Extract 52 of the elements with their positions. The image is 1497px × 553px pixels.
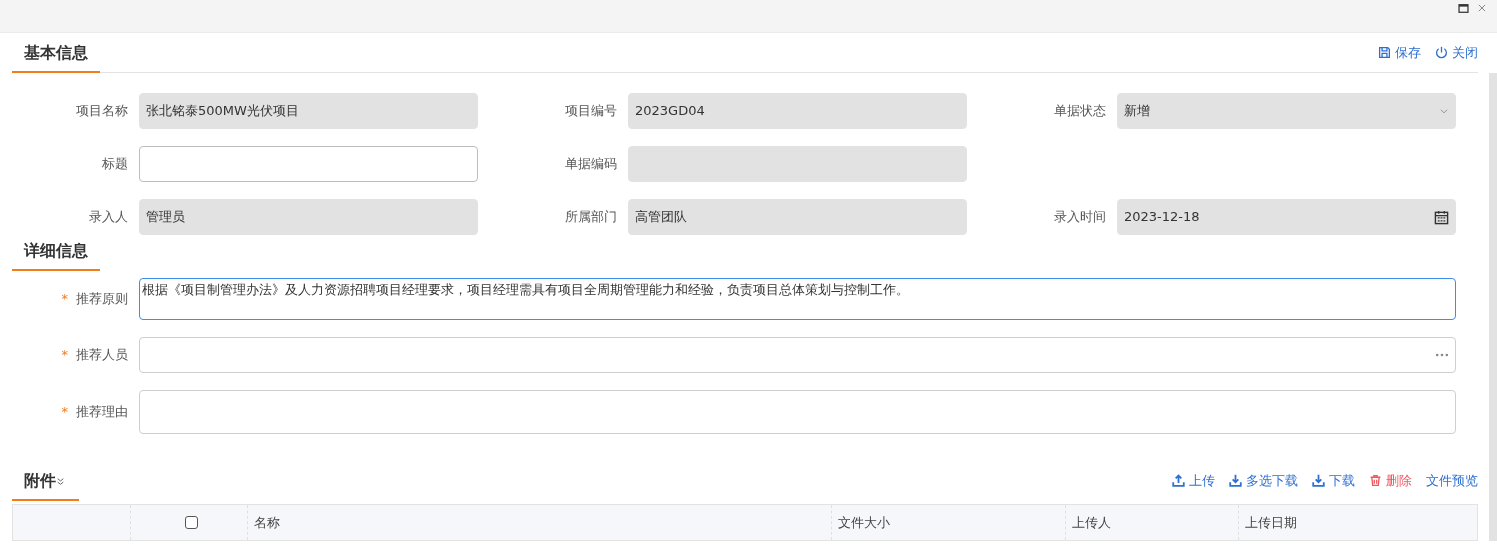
save-icon (1378, 45, 1391, 59)
toolbar-button[interactable]: 文件预览 (1426, 470, 1478, 490)
download-icon (1229, 473, 1242, 487)
double-chevron-icon (56, 476, 65, 486)
field-label: 推荐人员 (76, 346, 128, 365)
select-field[interactable]: 新增 (1117, 93, 1456, 129)
maximize-button[interactable] (1458, 3, 1469, 14)
required-mark: * (61, 346, 68, 365)
chevron-down-icon (1439, 106, 1449, 116)
toolbar-button[interactable]: 保存 (1378, 42, 1421, 62)
field-label: 推荐原则 (76, 290, 128, 309)
field-label: 单据状态 (1053, 102, 1106, 121)
date-field[interactable]: 2023-12-18 (1117, 199, 1456, 235)
text-area[interactable]: 根据《项目制管理办法》及人力资源招聘项目经理要求，项目经理需具有项目全周期管理能力和经验，负责项目总体策划与控制工作。 (139, 278, 1456, 320)
toolbar-button[interactable]: 多选下载 (1229, 470, 1298, 490)
section-title: 基本信息 (12, 41, 100, 73)
toolbar-button[interactable]: 上传 (1172, 470, 1215, 490)
close-button[interactable] (1477, 3, 1487, 13)
checkbox[interactable] (185, 516, 199, 529)
text-field[interactable]: 2023GD04 (628, 93, 967, 129)
section-title: 附件 (12, 469, 79, 501)
text-area[interactable] (139, 390, 1456, 434)
trash-icon (1369, 473, 1382, 487)
column-header: 文件大小 (832, 505, 1067, 540)
text-field[interactable] (628, 146, 967, 182)
scrollbar[interactable] (1489, 73, 1497, 541)
toolbar-button[interactable]: 删除 (1369, 470, 1412, 490)
text-field[interactable]: 管理员 (139, 199, 478, 235)
field-label: 标题 (101, 155, 128, 174)
field-label: 所属部门 (564, 208, 617, 227)
field-label: 推荐理由 (76, 403, 128, 422)
field-label: 单据编码 (564, 155, 617, 174)
field-label: 项目编号 (564, 102, 617, 121)
required-mark: * (61, 403, 68, 422)
download-icon (1312, 473, 1325, 487)
power-icon (1435, 45, 1448, 59)
calendar-icon (1434, 209, 1449, 225)
text-field[interactable]: 高管团队 (628, 199, 967, 235)
lookup-field[interactable] (139, 337, 1456, 373)
column-header: 名称 (247, 505, 833, 540)
upload-icon (1172, 473, 1185, 487)
column-header: 上传日期 (1244, 513, 1299, 532)
text-field[interactable]: 张北铭泰500MW光伏项目 (139, 93, 478, 129)
section-title: 详细信息 (12, 239, 100, 271)
column-header: 上传人 (1066, 505, 1240, 540)
field-label: 项目名称 (75, 102, 128, 121)
toolbar-button[interactable]: 下载 (1312, 470, 1355, 490)
field-label: 录入时间 (1053, 208, 1106, 227)
toolbar-button[interactable]: 关闭 (1435, 42, 1478, 62)
required-mark: * (61, 290, 68, 309)
field-label: 录入人 (88, 208, 128, 227)
text-field[interactable] (139, 146, 478, 182)
